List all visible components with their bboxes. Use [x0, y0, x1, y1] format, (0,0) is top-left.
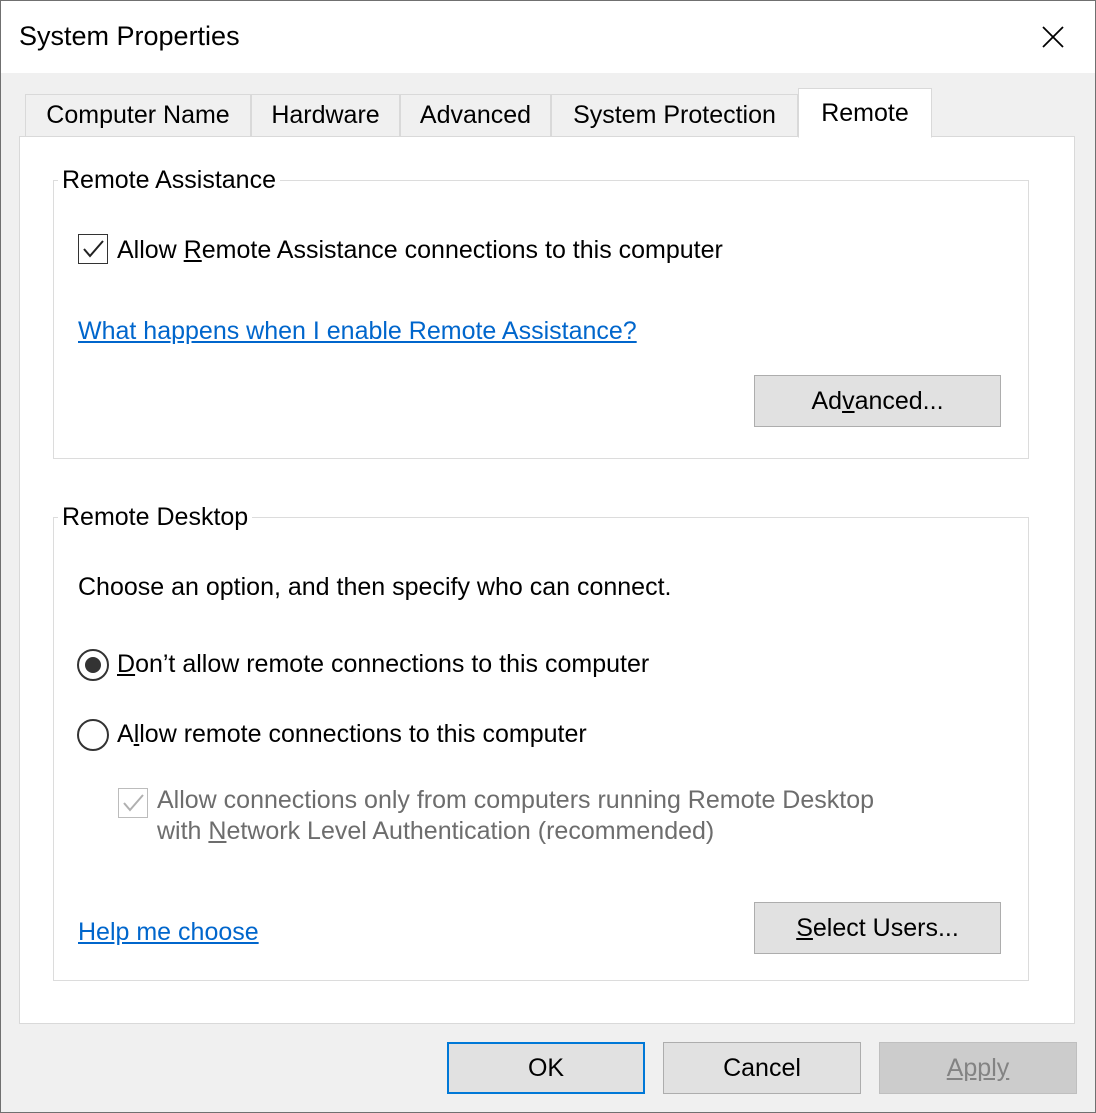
help-me-choose-link[interactable]: Help me choose [78, 918, 259, 947]
allow-remote-assistance-label[interactable]: Allow Remote Assistance connections to t… [117, 236, 723, 265]
allow-remote-radio[interactable] [77, 719, 109, 751]
tab-advanced[interactable]: Advanced [400, 94, 551, 136]
window-title: System Properties [19, 21, 240, 51]
select-users-button[interactable]: Select Users... [754, 902, 1001, 954]
close-button[interactable] [1015, 1, 1091, 73]
remote-desktop-group-label: Remote Desktop [58, 503, 253, 532]
checkmark-icon [123, 794, 144, 812]
allow-remote-label[interactable]: Allow remote connections to this compute… [117, 720, 587, 749]
tab-remote[interactable]: Remote [798, 88, 932, 138]
apply-button[interactable]: Apply [879, 1042, 1077, 1094]
cancel-button[interactable]: Cancel [663, 1042, 861, 1094]
allow-remote-assistance-checkbox[interactable] [78, 234, 108, 264]
dont-allow-remote-label[interactable]: Don’t allow remote connections to this c… [117, 650, 649, 679]
title-bar: System Properties [1, 1, 1095, 73]
advanced-button[interactable]: Ad v anced... [754, 375, 1001, 427]
remote-desktop-instructions: Choose an option, and then specify who c… [78, 573, 672, 601]
ok-button[interactable]: OK [447, 1042, 645, 1094]
tab-computer-name[interactable]: Computer Name [25, 94, 251, 136]
close-icon [1042, 26, 1064, 48]
remote-assistance-group-label: Remote Assistance [58, 166, 280, 195]
tab-hardware[interactable]: Hardware [251, 94, 400, 136]
nla-label-line1: Allow connections only from computers ru… [157, 786, 875, 814]
system-properties-dialog: System Properties Computer Name Hardware… [0, 0, 1096, 1113]
tab-system-protection[interactable]: System Protection [551, 94, 798, 136]
nla-checkbox[interactable] [118, 788, 148, 818]
radio-selected-dot [85, 657, 101, 673]
dont-allow-remote-radio[interactable] [77, 649, 109, 681]
remote-tab-panel: Remote Assistance Allow Remote Assistanc… [19, 136, 1075, 1024]
nla-label-line2: with Network Level Authentication (recom… [157, 817, 715, 845]
checkmark-icon [83, 240, 104, 258]
remote-assistance-help-link[interactable]: What happens when I enable Remote Assist… [78, 317, 637, 346]
